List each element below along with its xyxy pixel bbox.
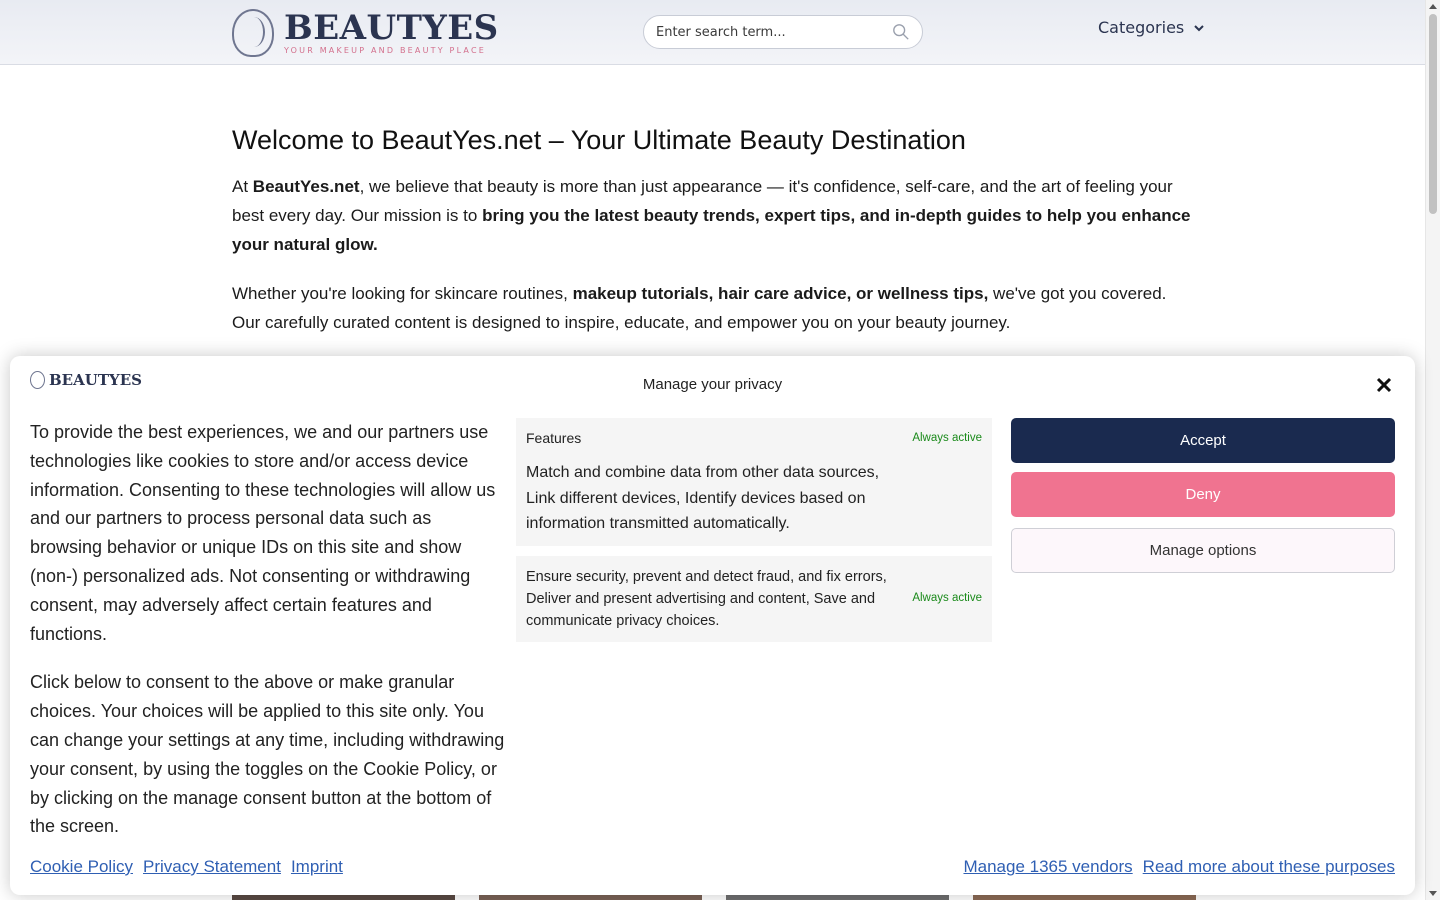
chevron-down-icon [1194, 24, 1204, 31]
imprint-link[interactable]: Imprint [291, 857, 343, 877]
page-scrollbar[interactable] [1425, 0, 1440, 900]
article-paragraph-2: Whether you're looking for skincare rout… [232, 284, 1167, 332]
page-title: Welcome to BeautYes.net – Your Ultimate … [232, 125, 966, 155]
manage-options-button[interactable]: Manage options [1011, 528, 1395, 573]
logo-tagline: YOUR MAKEUP AND BEAUTY PLACE [284, 46, 486, 55]
search-icon[interactable] [892, 23, 910, 41]
search-input[interactable] [656, 24, 892, 40]
consent-text-2: Click below to consent to the above or m… [30, 672, 505, 837]
consent-title: Manage your privacy [642, 376, 783, 393]
deny-button[interactable]: Deny [1011, 472, 1395, 517]
consent-links-right: Manage 1365 vendors Read more about thes… [963, 857, 1395, 877]
face-logo-icon [232, 9, 274, 57]
read-more-purposes-link[interactable]: Read more about these purposes [1143, 857, 1395, 877]
article-content: Welcome to BeautYes.net – Your Ultimate … [232, 120, 1197, 357]
close-icon[interactable] [1374, 375, 1394, 395]
manage-vendors-link[interactable]: Manage 1365 vendors [963, 857, 1132, 877]
accept-button[interactable]: Accept [1011, 418, 1395, 463]
logo-text: BEAUTYES [284, 8, 499, 48]
privacy-statement-link[interactable]: Privacy Statement [143, 857, 281, 877]
consent-text-1: To provide the best experiences, we and … [30, 422, 496, 644]
consent-links-left: Cookie Policy Privacy Statement Imprint [30, 857, 343, 877]
consent-description: To provide the best experiences, we and … [30, 418, 508, 861]
article-paragraph-1: At BeautYes.net, we believe that beauty … [232, 177, 1191, 254]
search-box [643, 15, 923, 49]
purpose-security-advertising[interactable]: Ensure security, prevent and detect frau… [516, 556, 992, 642]
purpose-description: Ensure security, prevent and detect frau… [526, 569, 887, 629]
scroll-thumb[interactable] [1429, 14, 1437, 214]
always-active-badge: Always active [912, 432, 982, 444]
scroll-down-arrow-icon[interactable] [1429, 891, 1437, 896]
categories-label: Categories [1098, 18, 1185, 37]
cookie-policy-link[interactable]: Cookie Policy [30, 857, 133, 877]
categories-menu[interactable]: Categories [1098, 18, 1206, 37]
purpose-features[interactable]: Features Always active Match and combine… [516, 418, 992, 546]
site-header: BEAUTYES YOUR MAKEUP AND BEAUTY PLACE Ca… [0, 0, 1425, 65]
cookie-consent-dialog: BEAUTYES Manage your privacy To provide … [10, 356, 1415, 895]
scroll-up-arrow-icon[interactable] [1429, 4, 1437, 9]
always-active-badge: Always active [912, 592, 982, 604]
purpose-description: Match and combine data from other data s… [526, 464, 880, 532]
purpose-title: Features [526, 430, 582, 446]
site-logo[interactable]: BEAUTYES YOUR MAKEUP AND BEAUTY PLACE [232, 9, 499, 57]
